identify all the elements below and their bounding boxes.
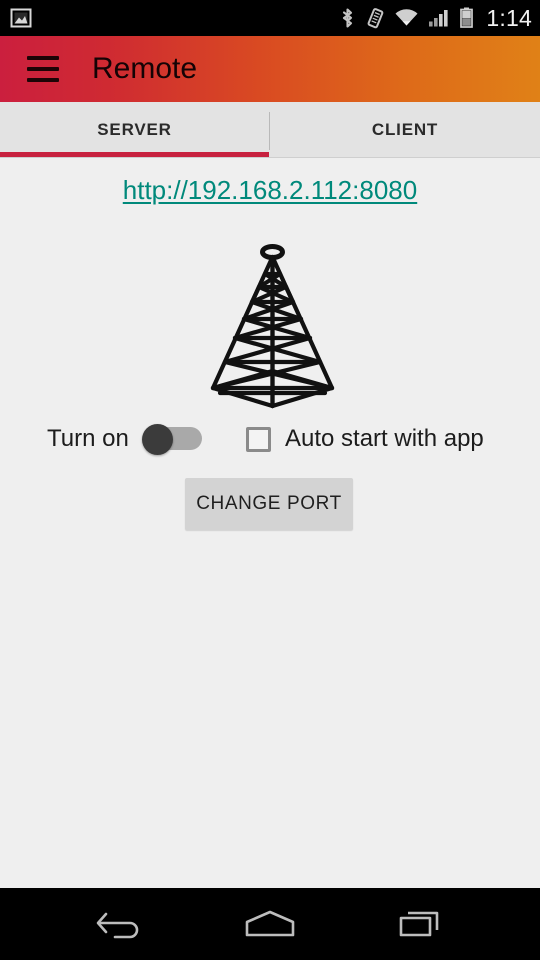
status-bar-clock: 1:14 bbox=[486, 5, 532, 31]
phone-screen: 1:14 Remote SERVER CLIENT http://192.168… bbox=[0, 0, 540, 960]
recents-icon bbox=[399, 911, 439, 937]
autostart-label: Auto start with app bbox=[285, 425, 484, 452]
power-toggle-row: Turn on Auto start with app bbox=[0, 416, 540, 462]
change-port-button[interactable]: CHANGE PORT bbox=[185, 478, 353, 530]
status-bar-system-icons: 1:14 bbox=[339, 0, 532, 36]
home-icon bbox=[245, 910, 295, 937]
home-button[interactable] bbox=[210, 888, 330, 960]
tab-bar: SERVER CLIENT bbox=[0, 102, 540, 158]
tab-client[interactable]: CLIENT bbox=[270, 102, 540, 157]
tab-client-label: CLIENT bbox=[371, 119, 439, 139]
battery-icon bbox=[460, 7, 474, 28]
autostart-checkbox[interactable] bbox=[246, 426, 271, 452]
image-notification-icon bbox=[10, 8, 32, 28]
recents-button[interactable] bbox=[360, 888, 480, 960]
navigation-bar bbox=[0, 888, 540, 960]
radio-tower-icon bbox=[210, 244, 335, 409]
menu-bar-3 bbox=[27, 78, 59, 82]
status-bar-notifications bbox=[10, 0, 32, 36]
switch-thumb bbox=[142, 424, 173, 455]
server-tab-content: http://192.168.2.112:8080 Turn on Auto s… bbox=[0, 158, 540, 888]
wifi-icon bbox=[395, 9, 418, 26]
cellular-signal-icon bbox=[429, 10, 449, 27]
page-title: Remote bbox=[92, 52, 198, 85]
back-button[interactable] bbox=[60, 888, 180, 960]
bluetooth-icon bbox=[343, 8, 353, 28]
power-toggle-switch[interactable] bbox=[142, 424, 202, 455]
tab-server-label: SERVER bbox=[97, 119, 172, 139]
server-url-link[interactable]: http://192.168.2.112:8080 bbox=[0, 175, 540, 206]
autostart-checkbox-row[interactable]: Auto start with app bbox=[246, 416, 484, 462]
menu-bar-1 bbox=[27, 56, 59, 60]
hamburger-menu-icon[interactable] bbox=[27, 50, 67, 88]
status-bar: 1:14 bbox=[0, 0, 540, 36]
tab-server[interactable]: SERVER bbox=[0, 102, 269, 157]
back-icon bbox=[96, 912, 139, 939]
menu-bar-2 bbox=[27, 67, 59, 71]
app-bar: Remote bbox=[0, 36, 540, 102]
vibrate-icon bbox=[368, 8, 384, 29]
tab-selected-indicator bbox=[0, 152, 269, 157]
turn-on-label: Turn on bbox=[47, 425, 129, 452]
